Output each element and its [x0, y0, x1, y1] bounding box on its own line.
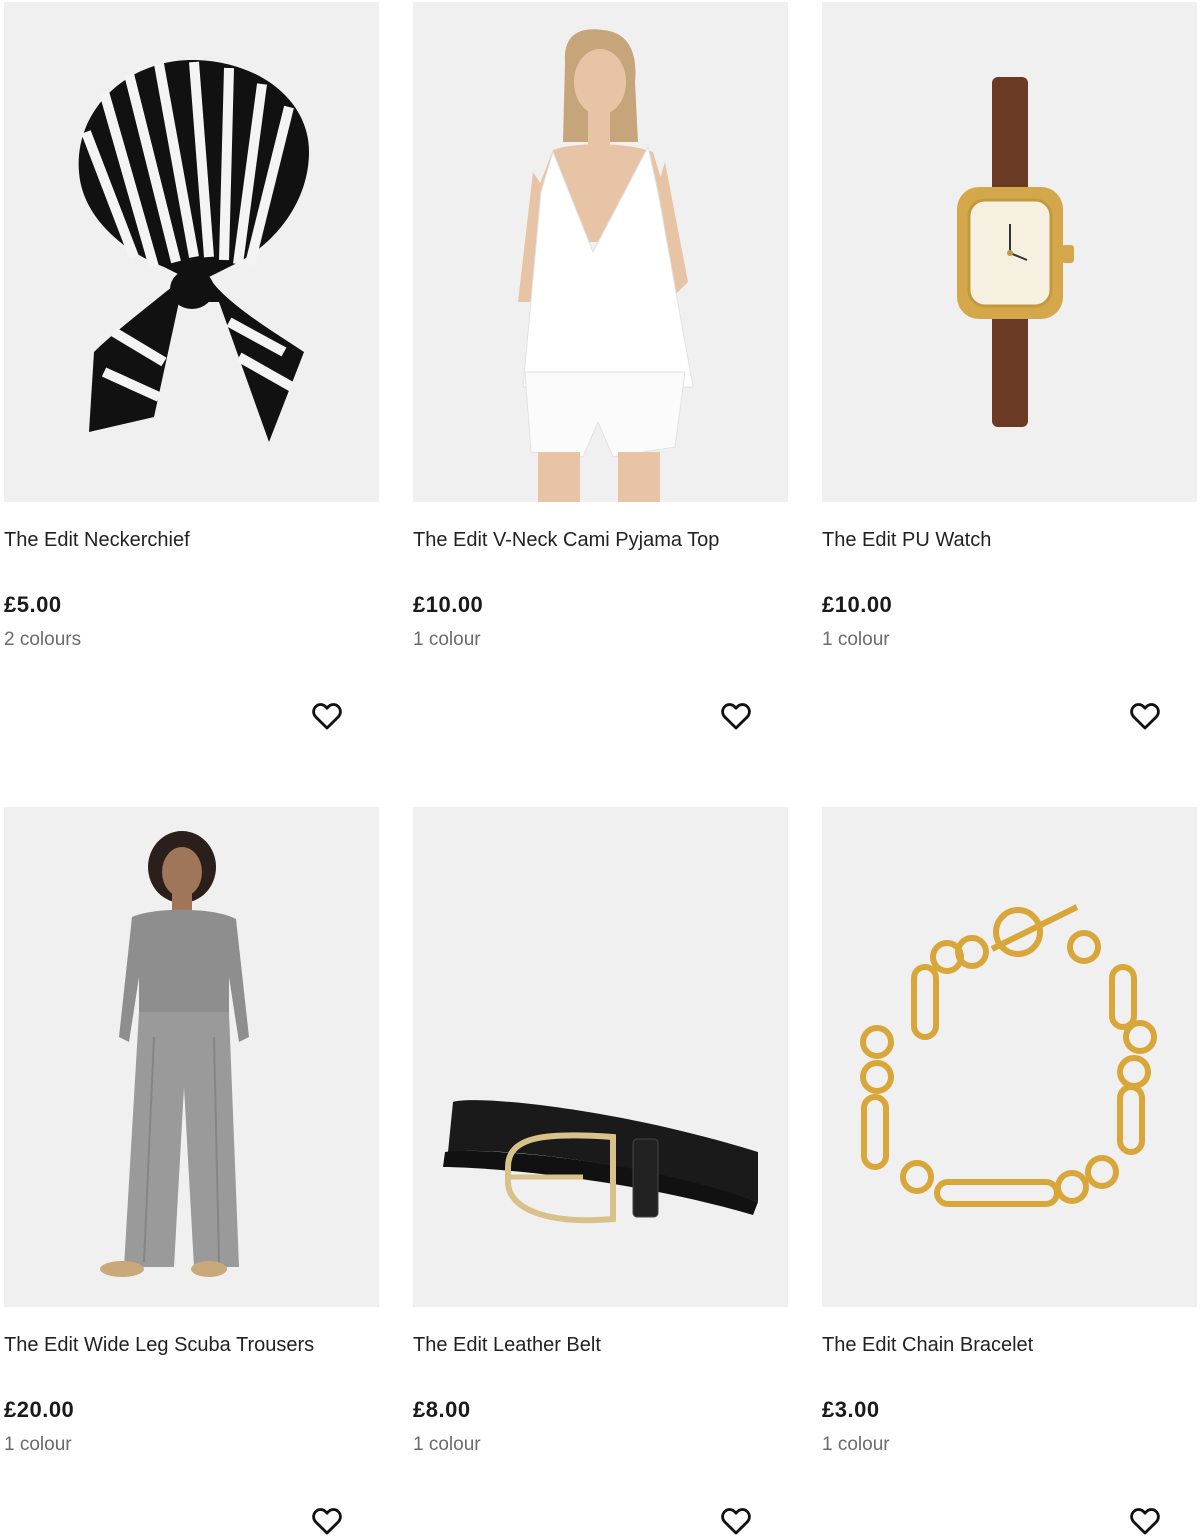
product-colours: 1 colour — [413, 1434, 481, 1455]
trousers-image — [4, 807, 379, 1307]
wishlist-button[interactable] — [717, 697, 755, 735]
product-colours: 1 colour — [822, 629, 890, 650]
heart-icon — [721, 703, 751, 730]
wishlist-button[interactable] — [308, 1502, 346, 1538]
cami-top-image — [413, 2, 788, 502]
wishlist-button[interactable] — [1126, 1502, 1164, 1538]
product-image[interactable] — [413, 2, 788, 502]
watch-image — [822, 2, 1197, 502]
product-name[interactable]: The Edit V-Neck Cami Pyjama Top — [413, 529, 719, 552]
product-colours: 1 colour — [822, 1434, 890, 1455]
product-price: £8.00 — [413, 1397, 471, 1422]
bracelet-image — [822, 807, 1197, 1307]
product-colours: 1 colour — [413, 629, 481, 650]
neckerchief-image — [4, 2, 379, 502]
product-name[interactable]: The Edit Leather Belt — [413, 1334, 601, 1357]
product-image[interactable] — [822, 807, 1197, 1307]
wishlist-button[interactable] — [308, 697, 346, 735]
product-price: £5.00 — [4, 592, 62, 617]
product-name[interactable]: The Edit Neckerchief — [4, 529, 190, 552]
product-image[interactable] — [4, 807, 379, 1307]
wishlist-button[interactable] — [717, 1502, 755, 1538]
product-colours: 1 colour — [4, 1434, 72, 1455]
product-image[interactable] — [4, 2, 379, 502]
wishlist-button[interactable] — [1126, 697, 1164, 735]
heart-icon — [1130, 703, 1160, 730]
product-price: £3.00 — [822, 1397, 880, 1422]
product-image[interactable] — [413, 807, 788, 1307]
product-name[interactable]: The Edit Chain Bracelet — [822, 1334, 1033, 1357]
product-price: £10.00 — [822, 592, 893, 617]
belt-image — [413, 807, 788, 1307]
product-price: £20.00 — [4, 1397, 75, 1422]
heart-icon — [1130, 1508, 1160, 1535]
heart-icon — [312, 703, 342, 730]
product-grid: The Edit Neckerchief £5.00 2 colours The… — [0, 0, 1200, 1538]
product-price: £10.00 — [413, 592, 484, 617]
heart-icon — [721, 1508, 751, 1535]
product-name[interactable]: The Edit PU Watch — [822, 529, 991, 552]
heart-icon — [312, 1508, 342, 1535]
product-colours: 2 colours — [4, 629, 82, 650]
product-name[interactable]: The Edit Wide Leg Scuba Trousers — [4, 1334, 314, 1357]
product-image[interactable] — [822, 2, 1197, 502]
